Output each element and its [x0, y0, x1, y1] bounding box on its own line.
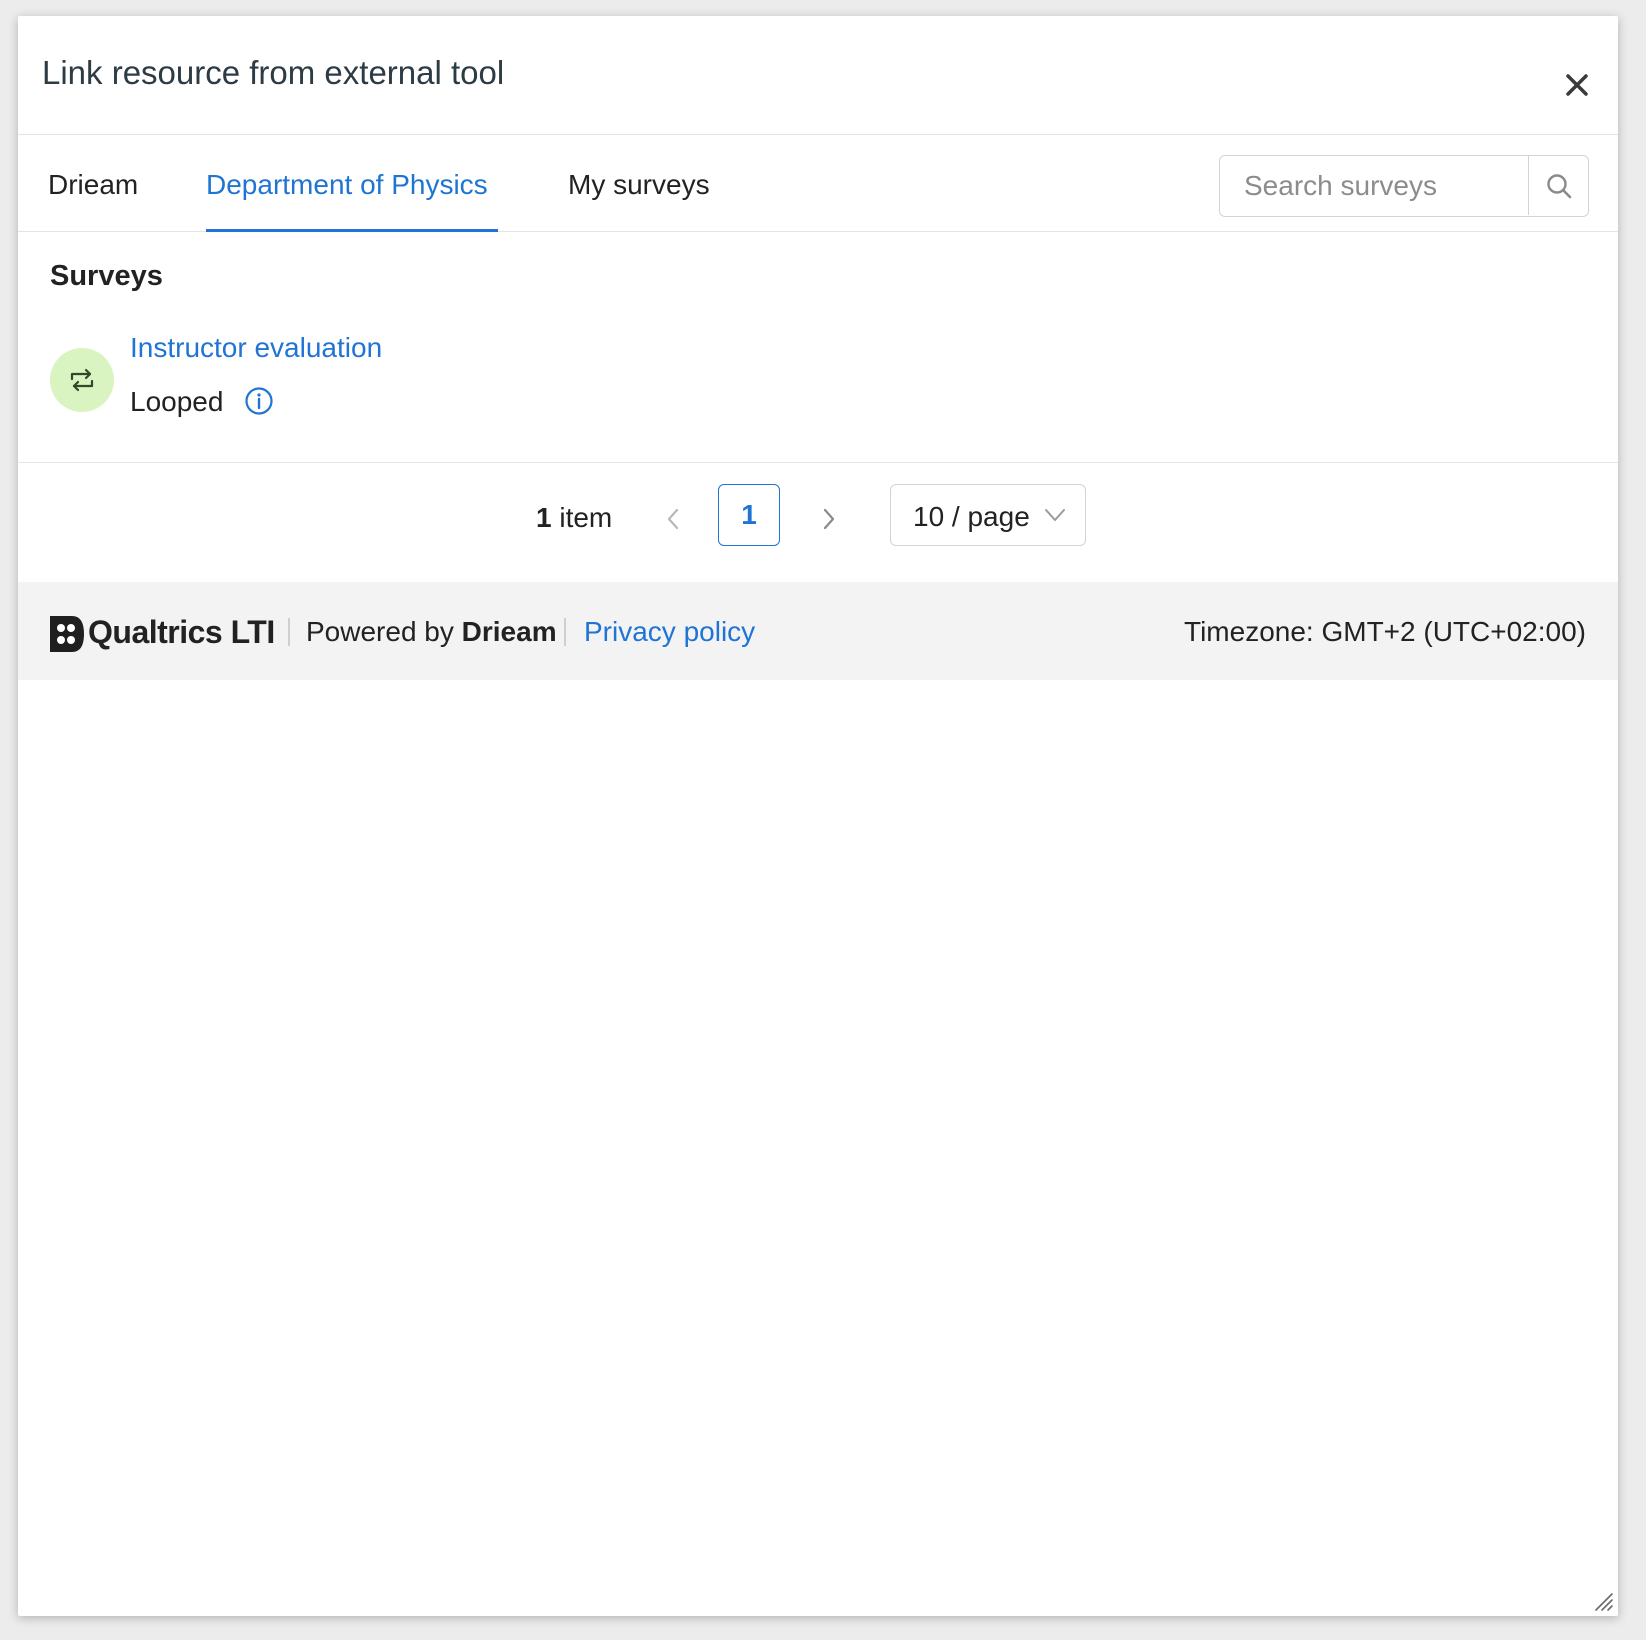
loop-icon: [70, 368, 94, 392]
footer: Qualtrics LTI Powered by Drieam Privacy …: [18, 582, 1618, 680]
footer-separator: [564, 618, 566, 646]
info-icon: [245, 387, 273, 415]
page-size-select[interactable]: 10 / page: [890, 484, 1086, 546]
section-title: Surveys: [50, 260, 163, 292]
chevron-left-icon: [667, 508, 679, 530]
list-item: Instructor evaluation Looped: [50, 332, 650, 442]
previous-page-button[interactable]: [660, 504, 686, 534]
active-tab-indicator: [206, 229, 498, 232]
privacy-policy-link[interactable]: Privacy policy: [584, 616, 755, 648]
chevron-right-icon: [823, 508, 835, 530]
footer-separator: [288, 618, 290, 646]
qualtrics-logo-icon: [50, 616, 84, 652]
search-icon: [1546, 173, 1571, 198]
search-box: [1219, 155, 1589, 217]
pagination-total: 1 item: [536, 502, 612, 534]
timezone-label: Timezone: GMT+2 (UTC+02:00): [1184, 616, 1586, 647]
search-input[interactable]: [1220, 156, 1528, 215]
divider: [18, 462, 1618, 463]
status-info-button[interactable]: [244, 386, 274, 416]
close-icon: [1566, 74, 1588, 96]
resize-handle-icon[interactable]: [1590, 1588, 1614, 1612]
next-page-button[interactable]: [816, 504, 842, 534]
powered-by-name: Drieam: [461, 616, 557, 647]
dialog-header: Link resource from external tool: [18, 16, 1618, 135]
page-size-label: 10 / page: [913, 501, 1030, 532]
link-resource-dialog: Link resource from external tool Drieam …: [18, 16, 1618, 1616]
pagination-total-suffix: item: [559, 502, 613, 533]
pagination: 1 item 1 10 / page: [18, 484, 1618, 550]
pagination-total-count: 1: [536, 502, 552, 533]
tab-department-of-physics[interactable]: Department of Physics: [206, 171, 488, 199]
tab-drieam[interactable]: Drieam: [48, 171, 138, 199]
powered-by: Powered by Drieam: [306, 616, 557, 648]
brand-name: Qualtrics LTI: [88, 614, 275, 650]
tab-bar: Drieam Department of Physics My surveys: [18, 135, 1618, 232]
survey-link[interactable]: Instructor evaluation: [130, 332, 382, 364]
close-button[interactable]: [1560, 68, 1594, 102]
powered-by-prefix: Powered by: [306, 616, 454, 647]
survey-status: Looped: [130, 386, 224, 417]
dialog-title: Link resource from external tool: [42, 54, 505, 91]
tab-my-surveys[interactable]: My surveys: [568, 171, 710, 199]
survey-avatar: [50, 348, 114, 412]
chevron-down-icon: [1045, 509, 1065, 521]
page-number-button[interactable]: 1: [718, 484, 780, 546]
search-button[interactable]: [1528, 156, 1588, 215]
